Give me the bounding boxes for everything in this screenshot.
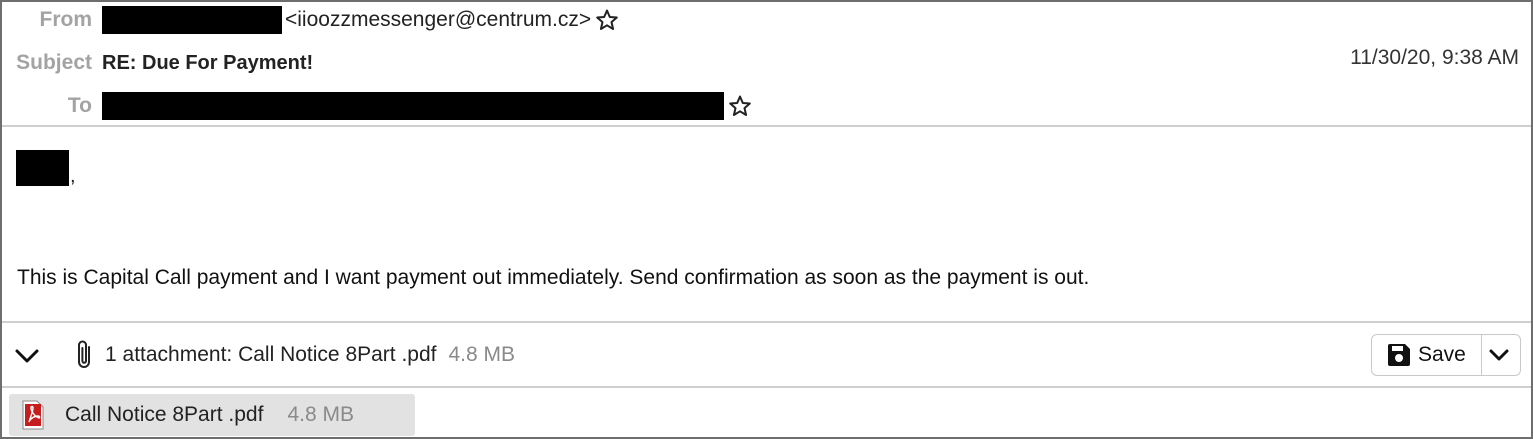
to-label: To bbox=[67, 94, 92, 117]
redacted-recipient bbox=[102, 92, 724, 120]
chevron-down-icon[interactable] bbox=[14, 343, 40, 369]
floppy-disk-icon bbox=[1388, 344, 1410, 366]
attachment-summary-text: 1 attachment: Call Notice 8Part .pdf bbox=[105, 343, 437, 366]
save-split-button: Save bbox=[1371, 334, 1521, 376]
star-icon[interactable] bbox=[595, 8, 619, 32]
subject-label: Subject bbox=[16, 51, 92, 74]
paperclip-icon bbox=[78, 340, 90, 368]
attachment-divider bbox=[2, 386, 1531, 388]
attachment-bar: 1 attachment: Call Notice 8Part .pdf 4.8 … bbox=[2, 324, 1531, 386]
subject-row: Subject RE: Due For Payment! bbox=[2, 47, 313, 79]
save-button-divider bbox=[1481, 335, 1482, 375]
from-row: From <iioozzmessenger@centrum.cz> bbox=[2, 4, 619, 36]
body-divider bbox=[2, 321, 1531, 323]
redacted-recipient-name bbox=[16, 150, 69, 186]
redacted-sender-name bbox=[102, 6, 282, 34]
pdf-file-icon bbox=[22, 400, 44, 430]
message-text: This is Capital Call payment and I want … bbox=[17, 266, 1090, 289]
attachment-name: Call Notice 8Part .pdf bbox=[65, 403, 264, 426]
email-message-view: From <iioozzmessenger@centrum.cz> Subjec… bbox=[0, 0, 1533, 439]
message-header: From <iioozzmessenger@centrum.cz> Subjec… bbox=[2, 2, 1531, 126]
greeting: , bbox=[16, 150, 76, 186]
attachment-size: 4.8 MB bbox=[287, 403, 354, 426]
greeting-comma: , bbox=[70, 165, 76, 187]
star-icon[interactable] bbox=[728, 94, 752, 118]
from-address[interactable]: <iioozzmessenger@centrum.cz> bbox=[285, 8, 591, 32]
header-divider bbox=[2, 125, 1531, 127]
message-body: , This is Capital Call payment and I wan… bbox=[2, 128, 1531, 322]
attachment-summary-size: 4.8 MB bbox=[448, 343, 516, 366]
attachment-item[interactable]: Call Notice 8Part .pdf 4.8 MB bbox=[9, 394, 415, 436]
subject-text: RE: Due For Payment! bbox=[102, 51, 314, 74]
save-options-dropdown[interactable] bbox=[1487, 343, 1511, 367]
to-row: To bbox=[2, 90, 752, 122]
save-label: Save bbox=[1418, 343, 1466, 366]
message-date: 11/30/20, 9:38 AM bbox=[1350, 46, 1519, 69]
from-label: From bbox=[39, 8, 93, 31]
save-button[interactable]: Save bbox=[1372, 335, 1482, 375]
attachment-summary[interactable]: 1 attachment: Call Notice 8Part .pdf 4.8 … bbox=[105, 343, 515, 367]
